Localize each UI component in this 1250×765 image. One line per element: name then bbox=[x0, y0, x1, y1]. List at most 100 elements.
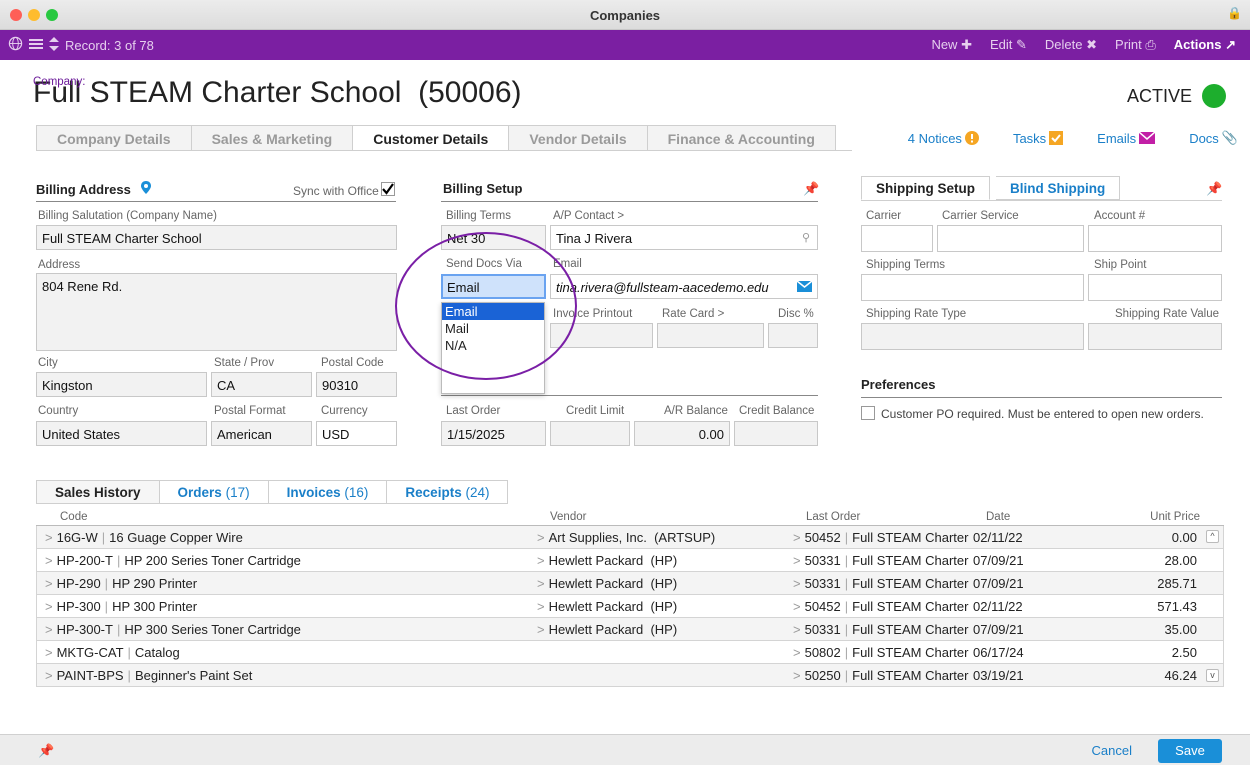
postal-code-field[interactable]: 90310 bbox=[316, 372, 397, 397]
date-cell: 03/19/21 bbox=[973, 668, 1024, 683]
rate-card-field[interactable] bbox=[657, 323, 764, 348]
expand-chevron-icon: > bbox=[45, 622, 53, 637]
table-row[interactable]: > HP-300 | HP 300 Printer > Hewlett Packard (… bbox=[36, 595, 1224, 618]
shipping-terms-field[interactable] bbox=[861, 274, 1084, 301]
invoice-printout-field[interactable] bbox=[550, 323, 653, 348]
list-icon[interactable] bbox=[29, 38, 43, 53]
credit-limit-field bbox=[550, 421, 630, 446]
shipping-rate-type-field[interactable] bbox=[861, 323, 1084, 350]
pin-icon[interactable]: 📌 bbox=[803, 181, 819, 197]
vendor-cell[interactable]: > Hewlett Packard (HP) bbox=[537, 599, 677, 614]
tab-finance-accounting[interactable]: Finance & Accounting bbox=[646, 125, 836, 151]
search-icon[interactable]: ⚲ bbox=[802, 231, 810, 244]
pin-icon[interactable]: 📌 bbox=[38, 743, 54, 759]
last-order-cell[interactable]: >50802 | Full STEAM Charter bbox=[793, 645, 968, 660]
tab-orders[interactable]: Orders (17) bbox=[158, 480, 268, 504]
item-cell[interactable]: > HP-300-T | HP 300 Series Toner Cartridge bbox=[45, 622, 301, 637]
tab-invoices[interactable]: Invoices (16) bbox=[267, 480, 387, 504]
customer-po-checkbox[interactable] bbox=[861, 406, 875, 420]
last-order-cell[interactable]: >50331 | Full STEAM Charter bbox=[793, 553, 968, 568]
address-field[interactable]: 804 Rene Rd. bbox=[36, 273, 397, 351]
dropdown-option-email[interactable]: Email bbox=[442, 303, 544, 320]
vendor-cell[interactable]: > Art Supplies, Inc. (ARTSUP) bbox=[537, 530, 715, 545]
record-stepper-icon[interactable] bbox=[49, 36, 59, 54]
tab-sales-marketing[interactable]: Sales & Marketing bbox=[190, 125, 353, 151]
city-field[interactable]: Kingston bbox=[36, 372, 207, 397]
unit-price-cell: 0.00 bbox=[1171, 530, 1197, 545]
column-header-last-order[interactable]: Last Order bbox=[806, 511, 860, 523]
tab-blind-shipping[interactable]: Blind Shipping bbox=[996, 176, 1121, 200]
dropdown-option-na[interactable]: N/A bbox=[442, 337, 544, 354]
table-row[interactable]: > HP-200-T | HP 200 Series Toner Cartridge >… bbox=[36, 549, 1224, 572]
item-cell[interactable]: > HP-200-T | HP 200 Series Toner Cartridge bbox=[45, 553, 301, 568]
item-cell[interactable]: > MKTG-CAT | Catalog bbox=[45, 645, 180, 660]
email-field[interactable]: tina.rivera@fullsteam-aacedemo.edu bbox=[550, 274, 818, 299]
tasks-link[interactable]: Tasks bbox=[1013, 130, 1064, 146]
table-row[interactable]: >16G-W | 16 Guage Copper Wire > Art Supplies… bbox=[36, 526, 1224, 549]
billing-salutation-field[interactable]: Full STEAM Charter School bbox=[36, 225, 397, 250]
table-row[interactable]: > MKTG-CAT | Catalog >50802 | Full STEAM Chart… bbox=[36, 641, 1224, 664]
shipping-rate-type-label: Shipping Rate Type bbox=[866, 308, 967, 320]
dropdown-option-mail[interactable]: Mail bbox=[442, 320, 544, 337]
sync-with-office-checkbox[interactable] bbox=[381, 182, 395, 196]
carrier-field[interactable] bbox=[861, 225, 933, 252]
carrier-service-field[interactable] bbox=[937, 225, 1084, 252]
tab-receipts[interactable]: Receipts (24) bbox=[386, 480, 509, 504]
vendor-cell[interactable]: > Hewlett Packard (HP) bbox=[537, 622, 677, 637]
last-order-cell[interactable]: >50452 | Full STEAM Charter bbox=[793, 530, 968, 545]
column-header-unit-price[interactable]: Unit Price bbox=[1150, 511, 1200, 523]
last-order-cell[interactable]: >50250 | Full STEAM Charter bbox=[793, 668, 968, 683]
docs-link[interactable]: Docs 📎 bbox=[1189, 130, 1238, 146]
cancel-button[interactable]: Cancel bbox=[1092, 743, 1132, 758]
account-number-field[interactable] bbox=[1088, 225, 1222, 252]
tab-customer-details[interactable]: Customer Details bbox=[352, 125, 509, 151]
save-button[interactable]: Save bbox=[1158, 739, 1222, 763]
last-order-cell[interactable]: >50331 | Full STEAM Charter bbox=[793, 576, 968, 591]
scroll-up-icon[interactable]: ^ bbox=[1206, 530, 1219, 543]
scroll-down-icon[interactable]: v bbox=[1206, 669, 1219, 682]
print-button[interactable]: Print ⎙ bbox=[1115, 37, 1156, 53]
pin-icon[interactable]: 📌 bbox=[1206, 181, 1222, 197]
vendor-cell[interactable]: > Hewlett Packard (HP) bbox=[537, 553, 677, 568]
disc-field[interactable] bbox=[768, 323, 818, 348]
column-header-code[interactable]: Code bbox=[60, 511, 88, 523]
state-field[interactable]: CA bbox=[211, 372, 312, 397]
expand-chevron-icon: > bbox=[537, 599, 545, 614]
globe-icon[interactable] bbox=[8, 36, 23, 54]
item-cell[interactable]: > HP-290 | HP 290 Printer bbox=[45, 576, 197, 591]
table-row[interactable]: > HP-300-T | HP 300 Series Toner Cartridge >… bbox=[36, 618, 1224, 641]
country-field[interactable]: United States bbox=[36, 421, 207, 446]
actions-button[interactable]: Actions ↗ bbox=[1174, 37, 1236, 53]
edit-button[interactable]: Edit ✎ bbox=[990, 37, 1027, 53]
shipping-rate-value-field[interactable] bbox=[1088, 323, 1222, 350]
table-row[interactable]: > HP-290 | HP 290 Printer > Hewlett Packard (… bbox=[36, 572, 1224, 595]
send-docs-via-select[interactable]: Email bbox=[441, 274, 546, 299]
ship-point-field[interactable] bbox=[1088, 274, 1222, 301]
delete-button[interactable]: Delete ✖ bbox=[1045, 37, 1097, 53]
billing-terms-field[interactable]: Net 30 bbox=[441, 225, 546, 250]
ap-contact-field[interactable]: Tina J Rivera bbox=[550, 225, 818, 250]
expand-chevron-icon: > bbox=[45, 599, 53, 614]
item-cell[interactable]: >16G-W | 16 Guage Copper Wire bbox=[45, 530, 243, 545]
item-cell[interactable]: > HP-300 | HP 300 Printer bbox=[45, 599, 197, 614]
carrier-label: Carrier bbox=[866, 210, 902, 222]
currency-field[interactable]: USD bbox=[316, 421, 397, 446]
column-header-date[interactable]: Date bbox=[986, 511, 1010, 523]
last-order-cell[interactable]: >50452 | Full STEAM Charter bbox=[793, 599, 968, 614]
envelope-icon[interactable] bbox=[797, 281, 812, 292]
expand-chevron-icon: > bbox=[45, 553, 53, 568]
last-order-cell[interactable]: >50331 | Full STEAM Charter bbox=[793, 622, 968, 637]
item-cell[interactable]: > PAINT-BPS | Beginner's Paint Set bbox=[45, 668, 252, 683]
vendor-cell[interactable]: > Hewlett Packard (HP) bbox=[537, 576, 677, 591]
tab-sales-history[interactable]: Sales History bbox=[36, 480, 159, 504]
emails-link[interactable]: Emails bbox=[1097, 130, 1156, 146]
column-header-vendor[interactable]: Vendor bbox=[550, 511, 586, 523]
tab-vendor-details[interactable]: Vendor Details bbox=[508, 125, 647, 151]
tab-shipping-setup[interactable]: Shipping Setup bbox=[861, 176, 990, 200]
new-button[interactable]: New ✚ bbox=[931, 37, 972, 53]
shipping-rate-value-label: Shipping Rate Value bbox=[1115, 308, 1219, 320]
table-row[interactable]: > PAINT-BPS | Beginner's Paint Set >50250 | Fu… bbox=[36, 664, 1224, 687]
postal-format-field[interactable]: American bbox=[211, 421, 312, 446]
tab-company-details[interactable]: Company Details bbox=[36, 125, 191, 151]
notices-link[interactable]: 4 Notices bbox=[908, 130, 979, 146]
